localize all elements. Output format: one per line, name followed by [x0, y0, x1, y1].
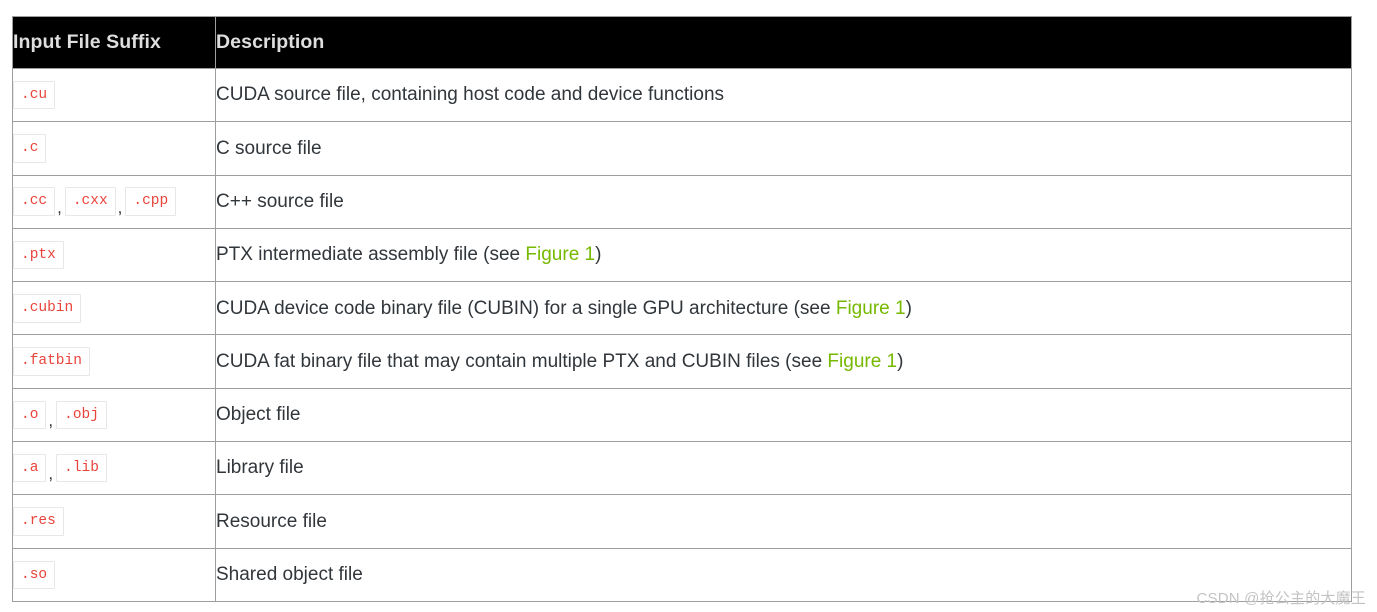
suffix-cell: .cubin — [12, 281, 216, 336]
table-row: .fatbin CUDA fat binary file that may con… — [12, 334, 1352, 389]
description-cell: Object file — [215, 387, 1352, 443]
description-text: Resource file — [216, 510, 327, 532]
description-cell: PTX intermediate assembly file (see Figu… — [215, 227, 1352, 283]
description-text: Object file — [216, 404, 301, 426]
table-row: .res Resource file — [12, 494, 1352, 549]
badge-separator: , — [48, 464, 54, 484]
table-row: .cc, .cxx, .cpp C++ source file — [12, 174, 1352, 229]
file-suffix-badge: .cc — [13, 187, 56, 216]
description-text: Library file — [216, 457, 304, 479]
description-text: CUDA source file, containing host code a… — [216, 84, 725, 106]
file-suffix-badge: .fatbin — [13, 347, 90, 376]
description-cell: CUDA device code binary file (CUBIN) for… — [215, 281, 1352, 336]
description-text: Shared object file — [216, 564, 363, 585]
suffix-cell: .ptx — [12, 227, 216, 283]
badge-separator: , — [117, 197, 123, 217]
file-suffix-badge: .obj — [56, 400, 107, 430]
table-row: .cubin CUDA device code binary file (CUBI… — [12, 281, 1352, 336]
description-cell: Resource file — [215, 494, 1352, 549]
description-cell: CUDA fat binary file that may contain mu… — [215, 334, 1352, 389]
suffix-cell: .fatbin — [12, 334, 216, 389]
description-cell: Shared object file — [215, 547, 1352, 602]
description-text: C++ source file — [216, 190, 344, 212]
file-suffix-badge: .cxx — [64, 187, 116, 216]
suffix-cell: .so — [12, 547, 216, 602]
file-suffix-badge: .a — [13, 453, 47, 483]
suffix-cell: .cc, .cxx, .cpp — [12, 174, 216, 229]
column-header-description: Description — [215, 16, 1352, 69]
description-cell: C source file — [215, 121, 1352, 176]
column-header-input-file-suffix: Input File Suffix — [12, 16, 216, 69]
table-row: .a, .lib Library file — [12, 441, 1352, 496]
description-text-suffix: ) — [595, 244, 602, 266]
description-text: CUDA fat binary file that may contain mu… — [216, 350, 828, 372]
description-text: C source file — [216, 137, 322, 159]
badge-separator: , — [48, 410, 54, 430]
file-suffix-badge: .cu — [13, 80, 56, 110]
badge-separator: , — [57, 197, 62, 217]
suffix-cell: .cu — [12, 67, 216, 123]
file-suffix-badge: .ptx — [13, 240, 64, 270]
table-row: .o, .obj Object file — [12, 387, 1352, 443]
table-row: .c C source file — [12, 121, 1352, 176]
table-header-row: Input File Suffix Description — [12, 16, 1352, 69]
description-text: PTX intermediate assembly file (see — [216, 244, 526, 266]
file-suffix-badge: .o — [13, 400, 47, 430]
table-body: .cu CUDA source file, containing host cod… — [12, 67, 1352, 602]
description-cell: C++ source file — [215, 174, 1352, 229]
description-cell: CUDA source file, containing host code a… — [215, 67, 1352, 123]
file-suffix-badge: .c — [13, 134, 47, 163]
description-text-suffix: ) — [905, 297, 912, 319]
description-text: CUDA device code binary file (CUBIN) for… — [216, 297, 836, 319]
figure-link[interactable]: Figure 1 — [836, 298, 906, 319]
file-suffix-badge: .lib — [56, 453, 107, 483]
csdn-watermark: CSDN @抢公主的大魔王 — [1196, 590, 1366, 607]
input-file-suffix-table: Input File Suffix Description .cu CUDA so… — [12, 16, 1352, 602]
suffix-cell: .a, .lib — [12, 441, 216, 496]
table-row: .so Shared object file — [12, 547, 1352, 602]
table-header: Input File Suffix Description — [12, 16, 1352, 69]
figure-link[interactable]: Figure 1 — [525, 244, 595, 265]
input-file-suffix-table-container: Input File Suffix Description .cu CUDA so… — [12, 16, 1352, 602]
suffix-cell: .o, .obj — [12, 387, 216, 443]
table-row: .cu CUDA source file, containing host cod… — [12, 67, 1352, 123]
description-text-suffix: ) — [897, 350, 904, 372]
file-suffix-badge: .cpp — [125, 187, 177, 216]
file-suffix-badge: .res — [13, 507, 64, 536]
file-suffix-badge: .so — [13, 560, 56, 590]
suffix-cell: .c — [12, 121, 216, 176]
suffix-cell: .res — [12, 494, 216, 549]
description-cell: Library file — [215, 441, 1352, 496]
figure-link[interactable]: Figure 1 — [827, 351, 897, 372]
file-suffix-badge: .cubin — [13, 294, 82, 323]
table-row: .ptx PTX intermediate assembly file (see … — [12, 227, 1352, 283]
